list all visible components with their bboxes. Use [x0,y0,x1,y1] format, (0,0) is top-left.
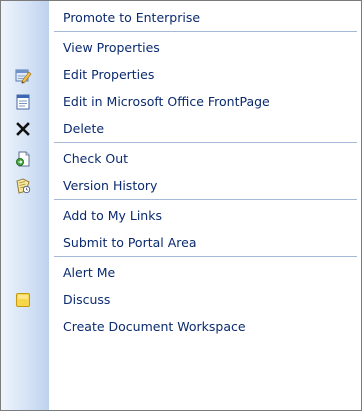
menu-item-delete[interactable]: Delete [1,115,361,142]
menu-item-check-out[interactable]: Check Out [1,145,361,172]
menu-item-label: Delete [63,121,105,136]
menu-item-label: Alert Me [63,265,116,280]
menu-item-label: Check Out [63,151,129,166]
discuss-icon [14,291,32,309]
frontpage-icon [14,93,32,111]
menu-item-view-properties[interactable]: View Properties [1,34,361,61]
menu-item-label: View Properties [63,40,160,55]
version-history-icon [14,177,32,195]
menu-item-edit-properties[interactable]: Edit Properties [1,61,361,88]
menu-item-label: Promote to Enterprise [63,10,201,25]
menu-item-alert-me[interactable]: Alert Me [1,259,361,286]
menu-item-label: Add to My Links [63,208,162,223]
menu-item-label: Edit in Microsoft Office FrontPage [63,94,270,109]
menu-item-label: Version History [63,178,158,193]
menu-item-edit-in-frontpage[interactable]: Edit in Microsoft Office FrontPage [1,88,361,115]
context-menu: Promote to Enterprise View Properties Ed… [0,0,362,411]
menu-item-promote-to-enterprise[interactable]: Promote to Enterprise [1,4,361,31]
edit-properties-icon [14,66,32,84]
menu-item-label: Create Document Workspace [63,319,246,334]
delete-icon [14,120,32,138]
menu-item-submit-to-portal-area[interactable]: Submit to Portal Area [1,229,361,256]
check-out-icon [14,150,32,168]
menu-item-label: Submit to Portal Area [63,235,197,250]
menu-item-version-history[interactable]: Version History [1,172,361,199]
menu-item-label: Edit Properties [63,67,155,82]
menu-item-label: Discuss [63,292,111,307]
menu-items: Promote to Enterprise View Properties Ed… [1,4,361,340]
menu-item-create-document-workspace[interactable]: Create Document Workspace [1,313,361,340]
menu-item-discuss[interactable]: Discuss [1,286,361,313]
menu-item-add-to-my-links[interactable]: Add to My Links [1,202,361,229]
